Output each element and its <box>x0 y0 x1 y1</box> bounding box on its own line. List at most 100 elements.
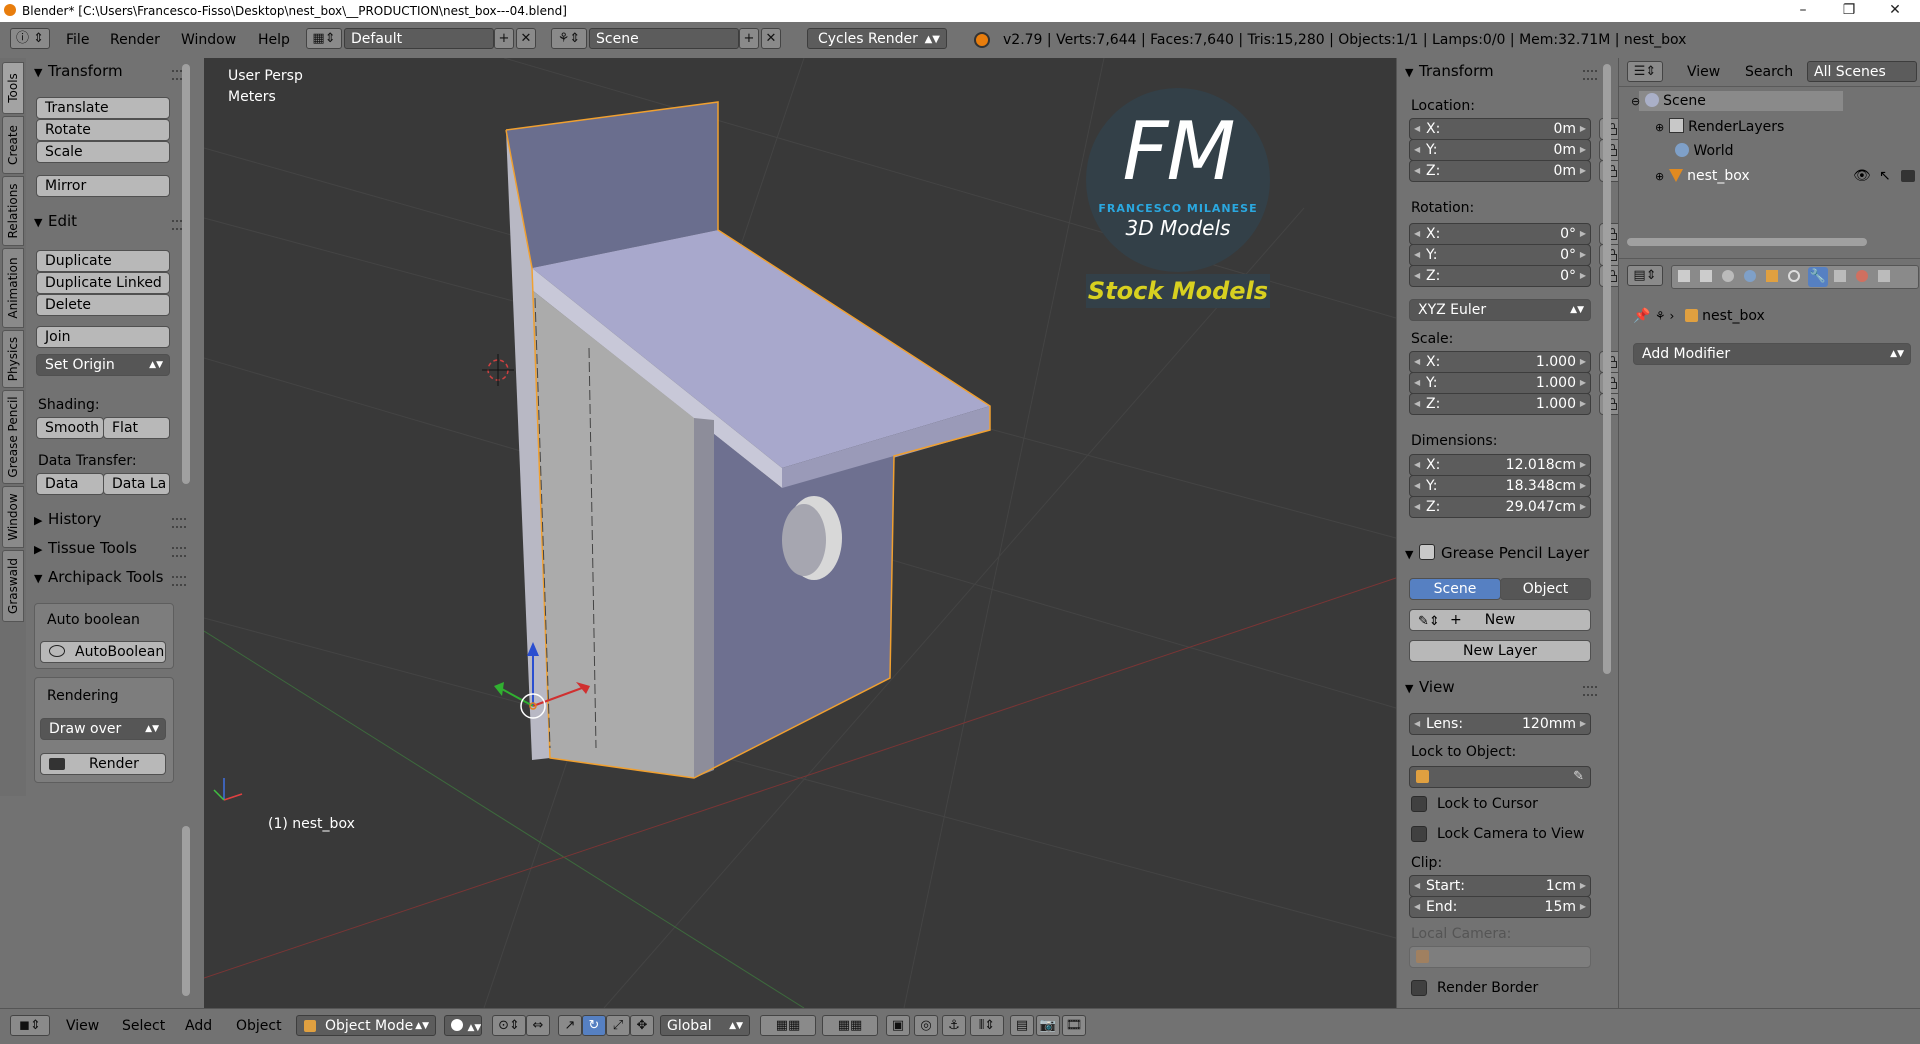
snap-toggle-icon[interactable]: ⚓ <box>942 1015 966 1036</box>
outliner-item-renderlayers[interactable]: ⊕ RenderLayers <box>1655 118 1784 135</box>
history-panel-header[interactable]: ▶ History <box>34 510 101 528</box>
properties-context-tabs[interactable]: 🔧 <box>1671 265 1919 289</box>
expand-icon[interactable]: ⊕ <box>1655 170 1664 183</box>
translate-button[interactable]: Translate <box>36 97 170 119</box>
pivot-point-icon[interactable]: ⊙⇕ <box>492 1015 526 1036</box>
tab-grease-pencil[interactable]: Grease Pencil <box>2 390 24 484</box>
tab-relations[interactable]: Relations <box>2 176 24 246</box>
collapse-icon[interactable]: ⊖ <box>1631 95 1640 108</box>
local-camera-field[interactable] <box>1409 946 1591 968</box>
tab-graswald[interactable]: Graswald <box>2 550 24 622</box>
data-transfer-button[interactable]: Data <box>36 473 104 495</box>
remove-layout-icon[interactable]: ✕ <box>516 28 536 49</box>
autoboolean-button[interactable]: AutoBoolean <box>40 641 166 663</box>
scale-manipulator-icon[interactable]: ⤢ <box>606 1015 630 1036</box>
screen-layout-field[interactable]: Default <box>344 28 494 49</box>
lens-field[interactable]: ◀ Lens: 120mm ▶ <box>1409 713 1591 735</box>
rotate-manipulator-icon[interactable]: ↻ <box>582 1015 606 1036</box>
world-tab-icon[interactable] <box>1744 270 1756 282</box>
minimize-icon[interactable]: – <box>1780 0 1826 22</box>
rotation-mode-dropdown[interactable]: XYZ Euler ▲▼ <box>1409 299 1591 321</box>
scale-x-field[interactable]: ◀ X: 1.000 ▶ <box>1409 351 1591 373</box>
editor-type-3d-icon[interactable]: ◼⇕ <box>10 1015 50 1036</box>
editor-type-info-icon[interactable]: ⓘ ⇕ <box>10 28 50 49</box>
archipack-panel-header[interactable]: ▼ Archipack Tools <box>34 568 174 586</box>
menu-object[interactable]: Object <box>236 1018 282 1034</box>
add-scene-icon[interactable]: + <box>739 28 759 49</box>
location-y-field[interactable]: ◀ Y: 0m ▶ <box>1409 139 1591 161</box>
grease-pencil-header[interactable]: ▼ Grease Pencil Layer <box>1405 542 1605 562</box>
material-tab-icon[interactable] <box>1856 270 1868 282</box>
gp-new-button[interactable]: ✎⇕ + New <box>1409 609 1591 631</box>
tab-animation[interactable]: Animation <box>2 248 24 328</box>
manipulator-toggle-icon[interactable]: ⇔ <box>526 1015 550 1036</box>
pin-icon[interactable]: 📌 <box>1633 308 1650 324</box>
tab-window[interactable]: Window <box>2 486 24 548</box>
grease-pencil-checkbox[interactable] <box>1419 544 1435 560</box>
outliner-menu-view[interactable]: View <box>1687 64 1720 80</box>
translate-manipulator-icon[interactable]: ↗ <box>558 1015 582 1036</box>
panel-grip-icon[interactable] <box>172 576 186 586</box>
modifier-wrench-icon[interactable]: 🔧 <box>1808 267 1828 287</box>
menu-add[interactable]: Add <box>185 1018 212 1034</box>
render-button[interactable]: Render <box>40 753 166 775</box>
menu-view[interactable]: View <box>66 1018 99 1034</box>
toolshelf-scrollbar[interactable] <box>182 64 190 484</box>
lock-to-cursor-checkbox[interactable] <box>1411 796 1427 812</box>
snap-element-icon[interactable]: ⫴⇕ <box>970 1015 1004 1036</box>
opengl-render-icon[interactable]: ▤ <box>1010 1015 1034 1036</box>
render-border-checkbox[interactable] <box>1411 980 1427 996</box>
set-origin-dropdown[interactable]: Set Origin ▲▼ <box>36 354 170 376</box>
flat-button[interactable]: Flat <box>103 417 170 439</box>
scale-z-field[interactable]: ◀ Z: 1.000 ▶ <box>1409 393 1591 415</box>
data-layout-button[interactable]: Data La <box>103 473 170 495</box>
outliner-filter-dropdown[interactable]: All Scenes <box>1807 61 1917 82</box>
draw-mode-dropdown[interactable]: Draw over ▲▼ <box>40 718 166 740</box>
outliner-item-scene[interactable]: ⊖ Scene <box>1631 93 1706 109</box>
gp-new-layer-button[interactable]: New Layer <box>1409 640 1591 662</box>
n-panel-scrollbar[interactable] <box>1603 64 1611 674</box>
render-camera-icon[interactable] <box>1901 170 1915 182</box>
dimensions-y-field[interactable]: ◀ Y: 18.348cm ▶ <box>1409 475 1591 497</box>
scale-y-field[interactable]: ◀ Y: 1.000 ▶ <box>1409 372 1591 394</box>
render-engine-dropdown[interactable]: Cycles Render ▲▼ <box>807 28 947 49</box>
rotate-button[interactable]: Rotate <box>36 119 170 141</box>
outliner-item-nest-box[interactable]: ⊕ nest_box <box>1655 168 1750 184</box>
view-panel-header[interactable]: ▼ View <box>1405 678 1455 696</box>
clip-end-field[interactable]: ◀ End: 15m ▶ <box>1409 896 1591 918</box>
layers-grid-1-icon[interactable]: ▦▦ <box>760 1015 816 1036</box>
eyedropper-icon[interactable]: ✎ <box>1573 767 1584 787</box>
duplicate-button[interactable]: Duplicate <box>36 250 170 272</box>
scene-field[interactable]: Scene <box>589 28 739 49</box>
outliner-editor-icon[interactable]: ☰⇕ <box>1627 61 1663 82</box>
lock-layers-icon[interactable]: ▣ <box>886 1015 910 1036</box>
panel-grip-icon[interactable] <box>172 518 186 528</box>
remove-scene-icon[interactable]: ✕ <box>761 28 781 49</box>
duplicate-linked-button[interactable]: Duplicate Linked <box>36 272 170 294</box>
gp-scene-button[interactable]: Scene <box>1409 578 1501 600</box>
clip-start-field[interactable]: ◀ Start: 1cm ▶ <box>1409 875 1591 897</box>
lock-to-object-field[interactable]: ✎ <box>1409 766 1591 788</box>
scale-button[interactable]: Scale <box>36 141 170 163</box>
outliner-menu-search[interactable]: Search <box>1745 64 1793 80</box>
expand-icon[interactable]: ⊕ <box>1655 121 1664 134</box>
constraints-tab-icon[interactable] <box>1788 270 1800 282</box>
dimensions-x-field[interactable]: ◀ X: 12.018cm ▶ <box>1409 454 1591 476</box>
menu-render[interactable]: Render <box>110 32 160 48</box>
3d-cursor-icon[interactable] <box>482 354 514 386</box>
layers-grid-2-icon[interactable]: ▦▦ <box>822 1015 878 1036</box>
combined-manipulator-icon[interactable]: ✥ <box>630 1015 654 1036</box>
scene-icon[interactable]: ⚘⇕ <box>551 28 587 49</box>
n-transform-header[interactable]: ▼ Transform <box>1405 62 1494 80</box>
viewport-shading-dropdown[interactable]: ▲▼ <box>444 1015 482 1036</box>
render-layers-tab-icon[interactable] <box>1700 270 1712 282</box>
close-icon[interactable]: ✕ <box>1872 0 1918 22</box>
location-z-field[interactable]: ◀ Z: 0m ▶ <box>1409 160 1591 182</box>
transform-orientation-dropdown[interactable]: Global ▲▼ <box>660 1015 750 1036</box>
tab-physics[interactable]: Physics <box>2 330 24 388</box>
render-tab-icon[interactable] <box>1678 270 1690 282</box>
object-tab-icon[interactable] <box>1766 270 1778 282</box>
restore-icon[interactable]: ❐ <box>1826 0 1872 22</box>
edit-panel-header[interactable]: ▼ Edit <box>34 212 77 230</box>
3d-viewport[interactable]: User Persp Meters (1) nest_box FM FRANCE… <box>204 58 1396 1008</box>
